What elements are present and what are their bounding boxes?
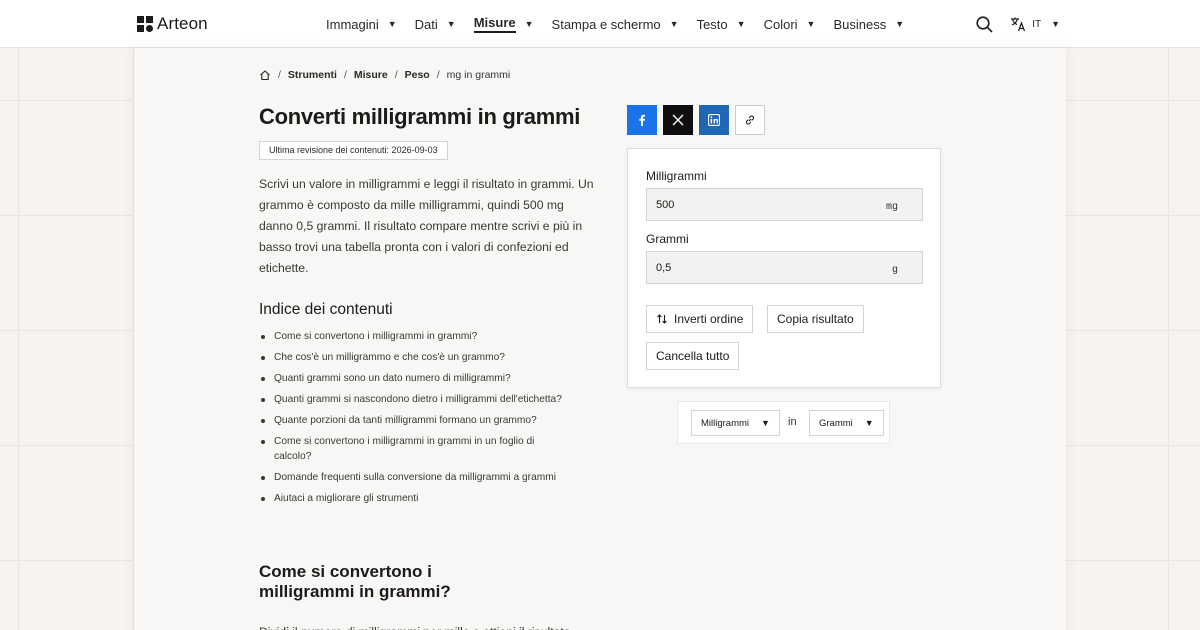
- breadcrumb-peso[interactable]: Peso: [405, 69, 430, 81]
- nav-label: Business: [833, 16, 887, 32]
- toc-item[interactable]: Quanti grammi si nascondono dietro i mil…: [259, 392, 604, 407]
- nav-item-misure[interactable]: Misure ▼: [473, 15, 534, 33]
- converter-widget: Milligrammi mg Grammi g Inverti ordine C…: [627, 148, 941, 388]
- breadcrumb: / Strumenti / Misure / Peso / mg in gram…: [259, 69, 510, 81]
- copy-result-label: Copia risultato: [777, 312, 854, 326]
- caret-down-icon: ▼: [1051, 19, 1060, 29]
- section-heading: Come si convertono i milligrammi in gram…: [259, 562, 451, 601]
- nav-label: Testo: [696, 16, 728, 32]
- brand-name: Arteon: [157, 14, 208, 33]
- search-icon: [976, 15, 993, 33]
- unit-selector-bar: Milligrammi ▼ in Grammi ▼: [677, 401, 890, 444]
- milligrams-label: Milligrammi: [646, 169, 707, 183]
- nav-label: Stampa e schermo: [551, 16, 661, 32]
- caret-down-icon: ▼: [806, 19, 816, 29]
- from-unit-value: Milligrammi: [701, 417, 750, 429]
- facebook-icon: [639, 114, 645, 126]
- language-selector[interactable]: IT ▼: [1010, 16, 1060, 32]
- breadcrumb-separator: /: [436, 69, 440, 81]
- grams-field-wrapper: g: [646, 251, 923, 284]
- g-unit-label: g: [891, 265, 898, 276]
- breadcrumb-separator: /: [278, 69, 281, 81]
- nav-item-immagini[interactable]: Immagini ▼: [326, 17, 397, 32]
- toc-item[interactable]: Come si convertono i milligrammi in gram…: [259, 434, 544, 464]
- milligrams-field-wrapper: mg: [646, 188, 923, 221]
- to-unit-value: Grammi: [819, 417, 853, 429]
- header-actions: IT ▼: [974, 0, 1060, 48]
- milligrams-input[interactable]: [656, 198, 856, 211]
- linkedin-icon: [708, 114, 720, 126]
- caret-down-icon: ▼: [387, 19, 397, 29]
- unit-connector: in: [788, 416, 797, 428]
- swap-order-label: Inverti ordine: [674, 312, 744, 326]
- logo-icon: [137, 16, 153, 32]
- toc-item[interactable]: Domande frequenti sulla conversione da m…: [259, 470, 604, 485]
- nav-item-testo[interactable]: Testo ▼: [697, 17, 746, 32]
- nav-label: Misure: [473, 15, 516, 33]
- caret-down-icon: ▼: [895, 19, 905, 29]
- share-buttons: [627, 105, 765, 135]
- breadcrumb-separator: /: [394, 69, 398, 81]
- grams-input[interactable]: [656, 261, 856, 274]
- main-content: / Strumenti / Misure / Peso / mg in gram…: [134, 48, 1066, 630]
- toc-title: Indice dei contenuti: [259, 301, 393, 318]
- caret-down-icon: ▼: [669, 19, 679, 29]
- site-header: Arteon Immagini ▼ Dati ▼ Misure ▼ Stampa…: [0, 0, 1200, 48]
- toc-item[interactable]: Che cos'è un milligrammo e che cos'è un …: [259, 350, 604, 365]
- swap-icon: [657, 314, 667, 324]
- caret-down-icon: ▼: [864, 418, 874, 428]
- caret-down-icon: ▼: [736, 19, 746, 29]
- caret-down-icon: ▼: [761, 418, 770, 428]
- mg-unit-label: mg: [885, 202, 898, 213]
- share-x-button[interactable]: [663, 105, 693, 135]
- grams-label: Grammi: [646, 232, 689, 246]
- toc-item[interactable]: Quanti grammi sono un dato numero di mil…: [259, 371, 604, 386]
- language-code: IT: [1032, 18, 1042, 30]
- clear-all-button[interactable]: Cancella tutto: [646, 342, 740, 370]
- nav-item-stampa[interactable]: Stampa e schermo ▼: [552, 17, 679, 32]
- link-icon: [745, 115, 755, 125]
- nav-label: Colori: [763, 16, 798, 32]
- nav-item-dati[interactable]: Dati ▼: [415, 17, 456, 32]
- page-title: Converti milligrammi in grammi: [259, 104, 581, 129]
- swap-order-button[interactable]: Inverti ordine: [646, 305, 754, 333]
- caret-down-icon: ▼: [524, 19, 534, 29]
- translate-icon: [1011, 17, 1026, 32]
- toc-item[interactable]: Come si convertono i milligrammi in gram…: [259, 329, 604, 344]
- main-nav: Immagini ▼ Dati ▼ Misure ▼ Stampa e sche…: [326, 0, 922, 48]
- share-facebook-button[interactable]: [627, 105, 657, 135]
- toc-item[interactable]: Quante porzioni da tanti milligrammi for…: [259, 413, 604, 428]
- breadcrumb-current: mg in grammi: [446, 69, 511, 81]
- share-linkedin-button[interactable]: [699, 105, 729, 135]
- section-text: Dividi il numero di milligrammi per mill…: [259, 622, 599, 630]
- table-of-contents: Come si convertono i milligrammi in gram…: [259, 329, 604, 512]
- breadcrumb-separator: /: [343, 69, 347, 81]
- copy-link-button[interactable]: [735, 105, 765, 135]
- search-button[interactable]: [974, 14, 994, 34]
- caret-down-icon: ▼: [446, 19, 456, 29]
- revision-badge: Ultima revisione dei contenuti: 2026-09-…: [259, 141, 448, 160]
- nav-item-colori[interactable]: Colori ▼: [764, 17, 816, 32]
- home-icon[interactable]: [259, 69, 271, 81]
- toc-item[interactable]: Aiutaci a migliorare gli strumenti: [259, 491, 604, 506]
- to-unit-select[interactable]: Grammi ▼: [809, 410, 884, 436]
- intro-text: Scrivi un valore in milligrammi e leggi …: [259, 177, 594, 275]
- nav-label: Dati: [414, 16, 438, 32]
- breadcrumb-misure[interactable]: Misure: [354, 69, 388, 81]
- x-icon: [672, 114, 684, 126]
- logo[interactable]: Arteon: [137, 14, 208, 34]
- clear-all-label: Cancella tutto: [656, 349, 730, 363]
- from-unit-select[interactable]: Milligrammi ▼: [691, 410, 780, 436]
- nav-item-business[interactable]: Business ▼: [833, 17, 904, 32]
- nav-label: Immagini: [326, 16, 379, 32]
- breadcrumb-strumenti[interactable]: Strumenti: [288, 69, 337, 81]
- copy-result-button[interactable]: Copia risultato: [767, 305, 864, 333]
